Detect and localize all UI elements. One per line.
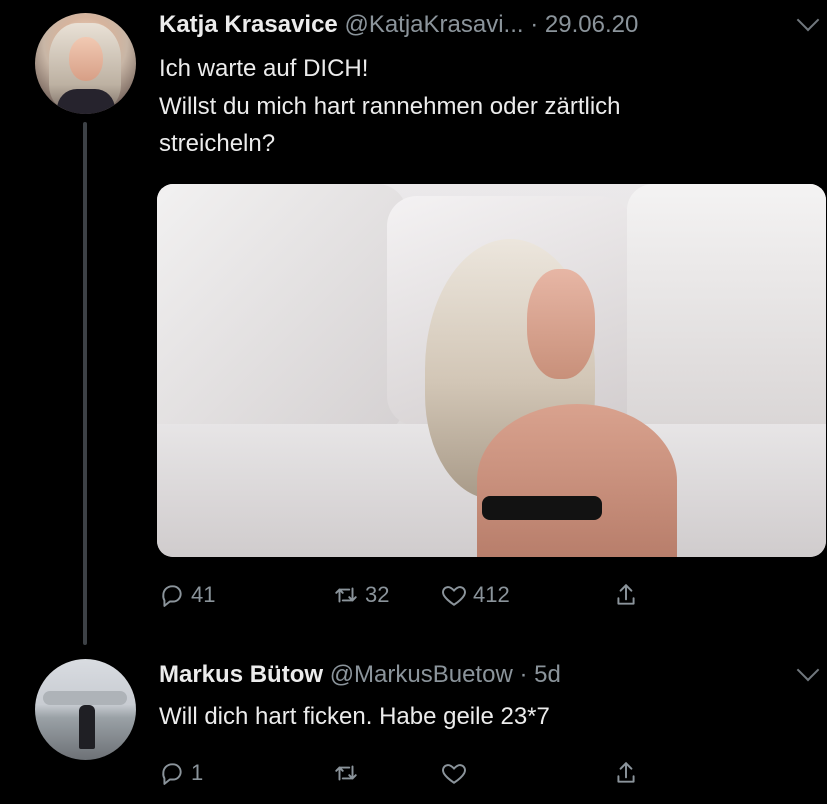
avatar-face: [69, 37, 103, 81]
reply-tweet-actions: 1: [159, 758, 727, 788]
reply-author-handle[interactable]: @MarkusBuetow: [330, 661, 513, 688]
retweet-icon: [335, 587, 357, 603]
share-button[interactable]: [613, 582, 645, 608]
avatar-katja[interactable]: [35, 13, 136, 114]
tweet-header: Katja Krasavice @KatjaKrasavi... · 29.06…: [159, 8, 827, 42]
like-count: 412: [473, 582, 510, 607]
reply-button[interactable]: 1: [159, 760, 273, 786]
avatar-person: [79, 705, 95, 749]
share-icon: [617, 584, 635, 605]
like-button[interactable]: 412: [441, 582, 551, 608]
tweet-text-line-2: Willst du mich hart rannehmen oder zärtl…: [159, 93, 621, 120]
reply-button[interactable]: 41: [159, 582, 273, 608]
reply-icon: [162, 585, 182, 607]
reply-count: 41: [191, 582, 216, 607]
photo-subject-back: [477, 404, 677, 557]
retweet-icon: [335, 765, 357, 781]
avatar-clothing: [57, 89, 115, 114]
reply-count: 1: [191, 760, 204, 785]
heart-icon: [442, 586, 466, 606]
share-button[interactable]: [613, 760, 645, 786]
thread-line: [83, 122, 87, 645]
reply-author-name[interactable]: Markus Bütow: [159, 661, 323, 688]
heart-icon: [442, 764, 466, 784]
tweet-date[interactable]: 29.06.20: [545, 11, 638, 38]
tweet-media[interactable]: [157, 184, 826, 557]
photo-subject-clothing: [482, 496, 602, 520]
photo-pillow-right: [627, 184, 826, 444]
reply-tweet-date[interactable]: 5d: [534, 661, 561, 688]
tweet-text-line-3: streicheln?: [159, 130, 276, 157]
avatar-airplane: [43, 691, 127, 705]
like-button[interactable]: [441, 760, 551, 786]
photo-pillow-left: [157, 184, 407, 444]
avatar-markus[interactable]: [35, 659, 136, 760]
tweet-actions: 41 32 412: [159, 580, 727, 610]
photo-subject-face: [527, 269, 595, 379]
author-handle[interactable]: @KatjaKrasavi...: [344, 11, 523, 38]
reply-meta-separator: ·: [519, 661, 528, 688]
reply-tweet-header: Markus Bütow @MarkusBuetow · 5d: [159, 658, 827, 692]
tweet-text-line-1: Ich warte auf DICH!: [159, 55, 369, 82]
author-name[interactable]: Katja Krasavice: [159, 11, 338, 38]
reply-icon: [162, 763, 182, 785]
share-icon: [617, 762, 635, 783]
reply-tweet-text: Will dich hart ficken. Habe geile 23*7: [159, 703, 550, 730]
retweet-count: 32: [365, 582, 390, 607]
meta-separator: ·: [530, 11, 539, 38]
